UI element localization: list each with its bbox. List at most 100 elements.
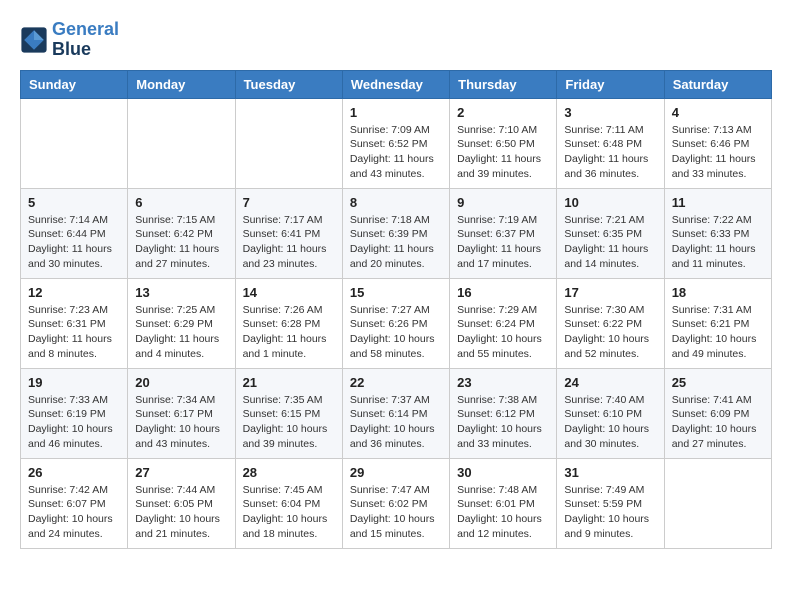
day-number: 5 [28,195,120,210]
calendar-cell: 6 Sunrise: 7:15 AMSunset: 6:42 PMDaylight… [128,188,235,278]
calendar-cell: 3Sunrise: 7:11 AMSunset: 6:48 PMDaylight… [557,98,664,188]
calendar-cell: 16Sunrise: 7:29 AMSunset: 6:24 PMDayligh… [450,278,557,368]
day-number: 13 [135,285,227,300]
calendar-cell: 26Sunrise: 7:42 AMSunset: 6:07 PMDayligh… [21,458,128,548]
day-number: 12 [28,285,120,300]
day-number: 17 [564,285,656,300]
day-info: Sunrise: 7:47 AMSunset: 6:02 PMDaylight:… [350,483,442,542]
day-info: Sunrise: 7:44 AMSunset: 6:05 PMDaylight:… [135,483,227,542]
day-number: 23 [457,375,549,390]
calendar-cell: 31 Sunrise: 7:49 AMSunset: 5:59 PMDayligh… [557,458,664,548]
day-info: Sunrise: 7:38 AMSunset: 6:12 PMDaylight:… [457,393,549,452]
calendar-week-1: 1 Sunrise: 7:09 AMSunset: 6:52 PMDaylight… [21,98,772,188]
calendar-cell: 13 Sunrise: 7:25 AMSunset: 6:29 PMDayligh… [128,278,235,368]
calendar-cell: 11 Sunrise: 7:22 AMSunset: 6:33 PMDayligh… [664,188,771,278]
day-info: Sunrise: 7:09 AMSunset: 6:52 PMDaylight:… [350,123,442,182]
day-number: 3 [564,105,656,120]
day-number: 8 [350,195,442,210]
day-info: Sunrise: 7:34 AMSunset: 6:17 PMDaylight:… [135,393,227,452]
day-number: 24 [564,375,656,390]
day-info: Sunrise: 7:48 AMSunset: 6:01 PMDaylight:… [457,483,549,542]
logo-text: General Blue [52,20,119,60]
day-number: 4 [672,105,764,120]
calendar-cell: 10 Sunrise: 7:21 AMSunset: 6:35 PMDayligh… [557,188,664,278]
day-info: Sunrise: 7:25 AMSunset: 6:29 PMDaylight:… [135,303,227,362]
day-number: 20 [135,375,227,390]
page-header: General Blue [20,20,772,60]
day-number: 6 [135,195,227,210]
header-tuesday: Tuesday [235,70,342,98]
calendar-cell: 21 Sunrise: 7:35 AMSunset: 6:15 PMDayligh… [235,368,342,458]
calendar-cell [21,98,128,188]
calendar-week-5: 26Sunrise: 7:42 AMSunset: 6:07 PMDayligh… [21,458,772,548]
day-info: Sunrise: 7:19 AMSunset: 6:37 PMDaylight:… [457,213,549,272]
day-info: Sunrise: 7:49 AMSunset: 5:59 PMDaylight:… [564,483,656,542]
day-number: 30 [457,465,549,480]
header-monday: Monday [128,70,235,98]
day-number: 29 [350,465,442,480]
logo-icon [20,26,48,54]
day-number: 10 [564,195,656,210]
calendar-cell: 7 Sunrise: 7:17 AMSunset: 6:41 PMDaylight… [235,188,342,278]
day-info: Sunrise: 7:35 AMSunset: 6:15 PMDaylight:… [243,393,335,452]
calendar-cell: 9Sunrise: 7:19 AMSunset: 6:37 PMDaylight… [450,188,557,278]
header-sunday: Sunday [21,70,128,98]
header-wednesday: Wednesday [342,70,449,98]
header-saturday: Saturday [664,70,771,98]
calendar-header-row: SundayMondayTuesdayWednesdayThursdayFrid… [21,70,772,98]
calendar-cell: 19 Sunrise: 7:33 AMSunset: 6:19 PMDayligh… [21,368,128,458]
calendar-week-3: 12 Sunrise: 7:23 AMSunset: 6:31 PMDayligh… [21,278,772,368]
day-number: 1 [350,105,442,120]
day-number: 22 [350,375,442,390]
calendar-cell: 1 Sunrise: 7:09 AMSunset: 6:52 PMDaylight… [342,98,449,188]
day-info: Sunrise: 7:10 AMSunset: 6:50 PMDaylight:… [457,123,549,182]
day-info: Sunrise: 7:17 AMSunset: 6:41 PMDaylight:… [243,213,335,272]
day-number: 11 [672,195,764,210]
day-number: 2 [457,105,549,120]
day-info: Sunrise: 7:41 AMSunset: 6:09 PMDaylight:… [672,393,764,452]
calendar-cell: 20 Sunrise: 7:34 AMSunset: 6:17 PMDayligh… [128,368,235,458]
day-number: 15 [350,285,442,300]
calendar-cell [128,98,235,188]
day-number: 19 [28,375,120,390]
day-number: 18 [672,285,764,300]
calendar-cell: 12 Sunrise: 7:23 AMSunset: 6:31 PMDayligh… [21,278,128,368]
calendar-cell [664,458,771,548]
day-number: 25 [672,375,764,390]
calendar-cell: 28Sunrise: 7:45 AMSunset: 6:04 PMDayligh… [235,458,342,548]
calendar-week-2: 5Sunrise: 7:14 AMSunset: 6:44 PMDaylight… [21,188,772,278]
calendar-cell: 30 Sunrise: 7:48 AMSunset: 6:01 PMDayligh… [450,458,557,548]
day-info: Sunrise: 7:23 AMSunset: 6:31 PMDaylight:… [28,303,120,362]
calendar-cell: 18Sunrise: 7:31 AMSunset: 6:21 PMDayligh… [664,278,771,368]
day-info: Sunrise: 7:27 AMSunset: 6:26 PMDaylight:… [350,303,442,362]
day-number: 26 [28,465,120,480]
day-info: Sunrise: 7:18 AMSunset: 6:39 PMDaylight:… [350,213,442,272]
day-number: 14 [243,285,335,300]
calendar-cell: 24Sunrise: 7:40 AMSunset: 6:10 PMDayligh… [557,368,664,458]
day-number: 31 [564,465,656,480]
day-info: Sunrise: 7:21 AMSunset: 6:35 PMDaylight:… [564,213,656,272]
day-info: Sunrise: 7:22 AMSunset: 6:33 PMDaylight:… [672,213,764,272]
calendar-cell: 23 Sunrise: 7:38 AMSunset: 6:12 PMDayligh… [450,368,557,458]
day-info: Sunrise: 7:30 AMSunset: 6:22 PMDaylight:… [564,303,656,362]
day-number: 7 [243,195,335,210]
calendar-cell: 2 Sunrise: 7:10 AMSunset: 6:50 PMDaylight… [450,98,557,188]
calendar-cell: 8 Sunrise: 7:18 AMSunset: 6:39 PMDaylight… [342,188,449,278]
day-info: Sunrise: 7:45 AMSunset: 6:04 PMDaylight:… [243,483,335,542]
calendar-cell: 17 Sunrise: 7:30 AMSunset: 6:22 PMDayligh… [557,278,664,368]
calendar-cell: 4 Sunrise: 7:13 AMSunset: 6:46 PMDaylight… [664,98,771,188]
logo: General Blue [20,20,119,60]
header-friday: Friday [557,70,664,98]
day-info: Sunrise: 7:13 AMSunset: 6:46 PMDaylight:… [672,123,764,182]
day-info: Sunrise: 7:33 AMSunset: 6:19 PMDaylight:… [28,393,120,452]
calendar-cell: 5Sunrise: 7:14 AMSunset: 6:44 PMDaylight… [21,188,128,278]
day-number: 27 [135,465,227,480]
calendar-cell: 14Sunrise: 7:26 AMSunset: 6:28 PMDayligh… [235,278,342,368]
calendar-cell: 22 Sunrise: 7:37 AMSunset: 6:14 PMDayligh… [342,368,449,458]
day-info: Sunrise: 7:15 AMSunset: 6:42 PMDaylight:… [135,213,227,272]
day-number: 21 [243,375,335,390]
calendar-cell: 15 Sunrise: 7:27 AMSunset: 6:26 PMDayligh… [342,278,449,368]
day-info: Sunrise: 7:37 AMSunset: 6:14 PMDaylight:… [350,393,442,452]
calendar-cell: 29 Sunrise: 7:47 AMSunset: 6:02 PMDayligh… [342,458,449,548]
calendar-cell [235,98,342,188]
